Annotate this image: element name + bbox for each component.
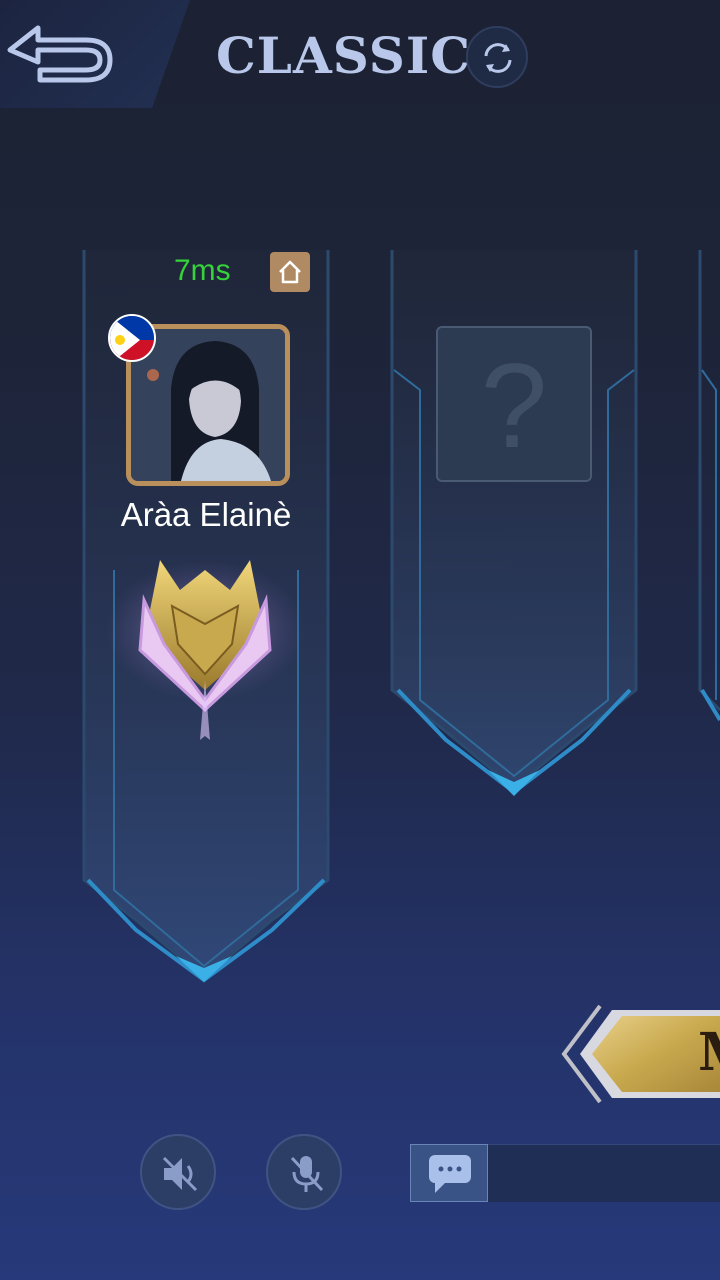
mic-toggle-button[interactable] [266, 1134, 342, 1210]
philippines-flag-icon [108, 314, 156, 362]
chat-bubble-icon [429, 1155, 471, 1193]
home-icon [279, 260, 301, 284]
mic-muted-icon [290, 1156, 324, 1192]
back-button[interactable] [0, 0, 190, 108]
ping-indicator: 7ms [174, 254, 231, 287]
refresh-button[interactable] [466, 26, 528, 88]
gold-rank-emblem-icon [105, 560, 305, 740]
empty-player-slot[interactable]: ? [436, 326, 592, 482]
home-badge [270, 252, 310, 292]
chat-button[interactable] [410, 1144, 488, 1202]
speaker-muted-icon [162, 1156, 198, 1192]
refresh-icon [484, 43, 512, 73]
start-match-label: M [698, 1022, 720, 1083]
back-arrow-icon [7, 25, 113, 83]
speaker-toggle-button[interactable] [140, 1134, 216, 1210]
player-name: Aràa Elainè [120, 496, 292, 533]
start-match-button[interactable]: M [560, 996, 720, 1112]
empty-slot-placeholder: ? [480, 339, 548, 473]
game-mode-title: CLASSIC [216, 26, 472, 85]
extra-slot-banner [694, 240, 720, 740]
